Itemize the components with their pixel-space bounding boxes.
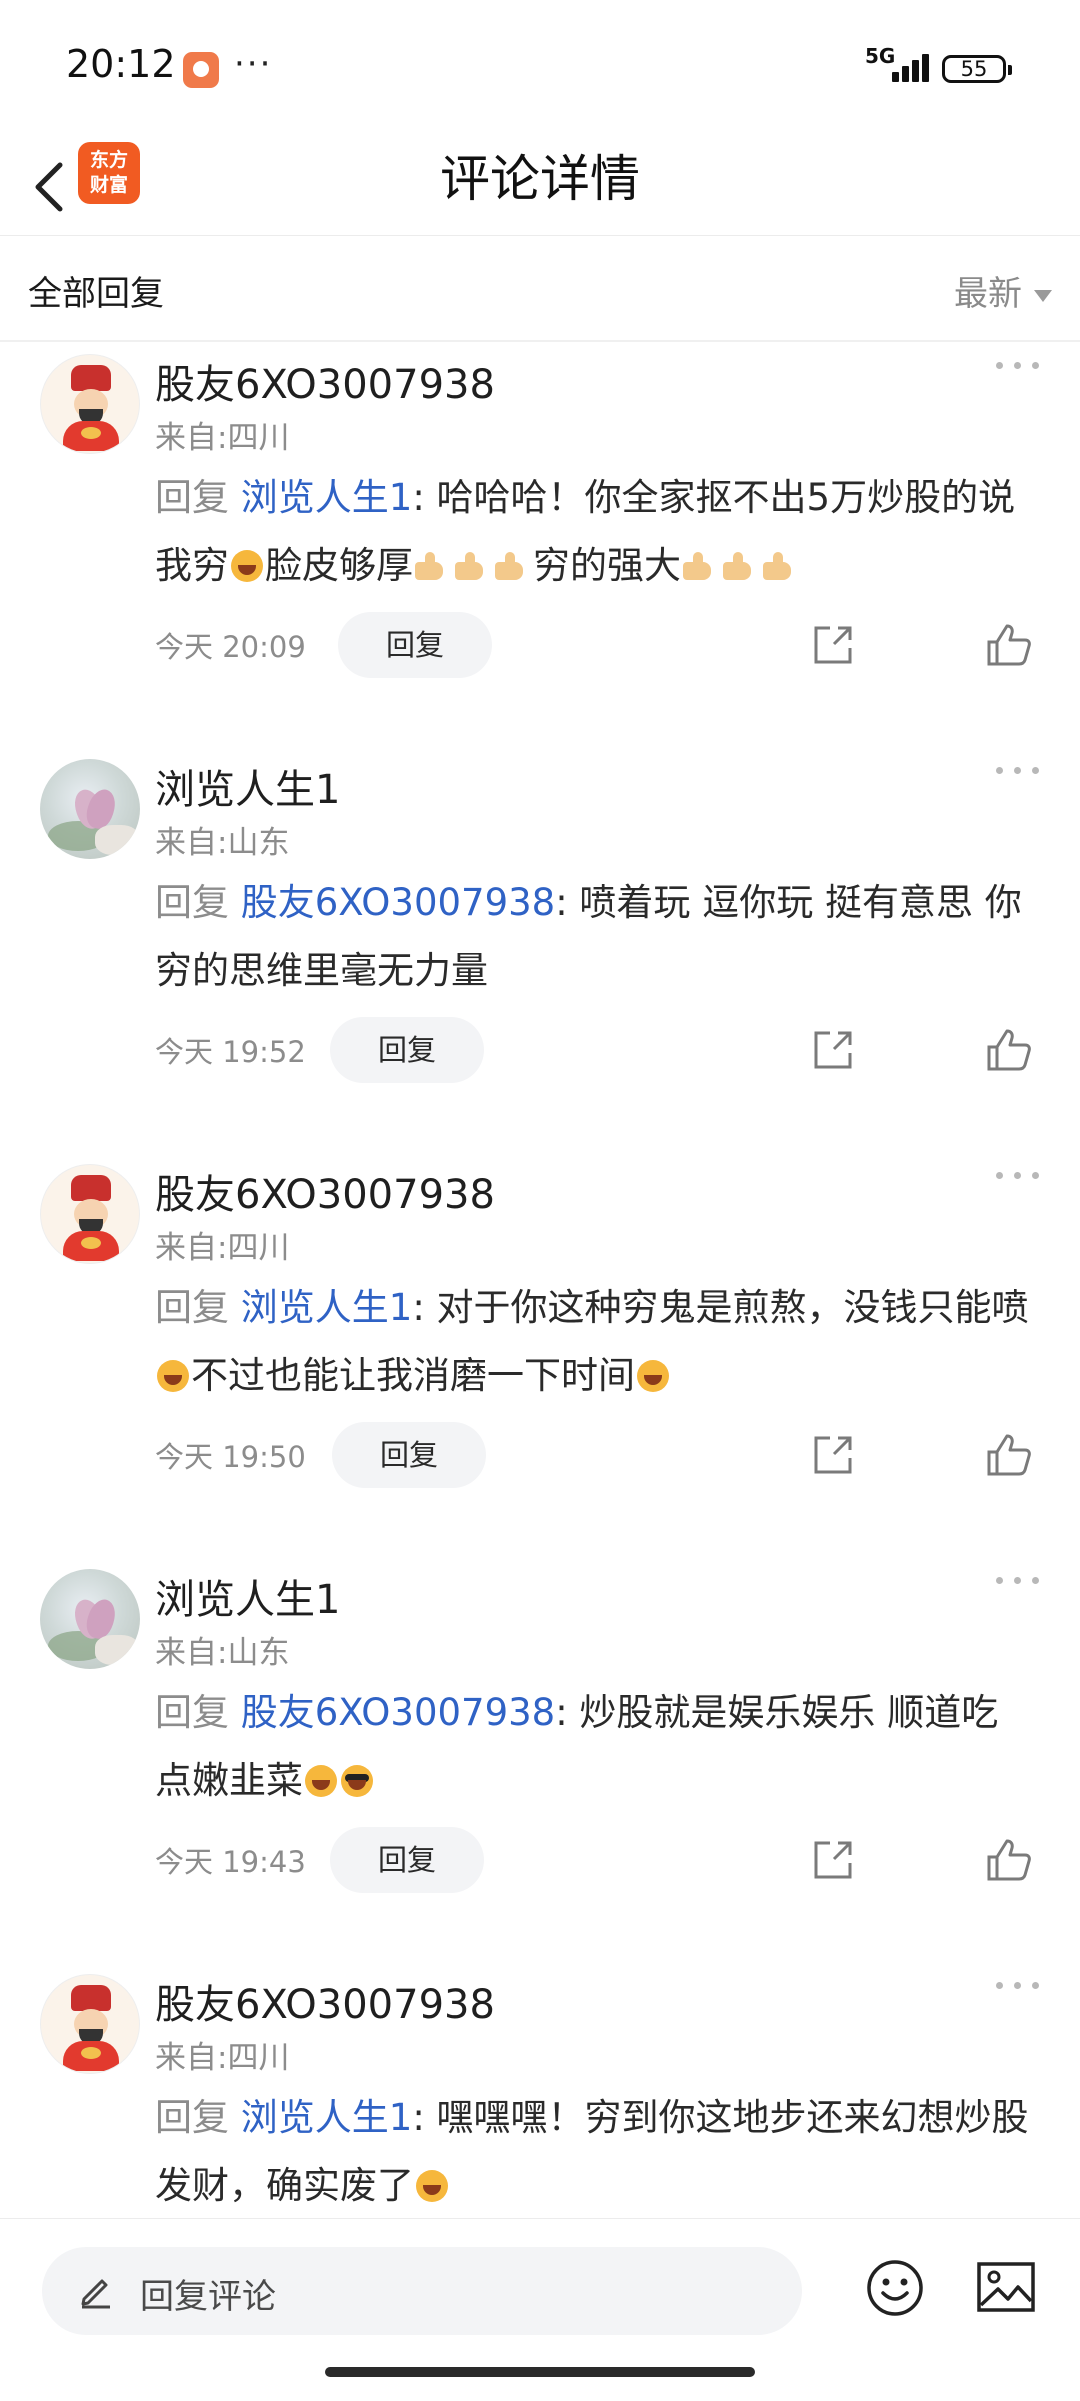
page-title: 评论详情: [440, 150, 640, 208]
avatar[interactable]: [40, 1164, 140, 1264]
reply-button[interactable]: 回复: [330, 1827, 484, 1893]
emoji-icon[interactable]: [866, 2259, 924, 2317]
app-notification-icon: [183, 52, 219, 88]
comment-text-part: 不过也能让我消磨一下时间: [191, 1354, 635, 1397]
avatar[interactable]: [40, 1569, 140, 1669]
bottom-bar: 回复评论: [0, 2218, 1080, 2401]
username[interactable]: 浏览人生1: [155, 1567, 340, 1625]
comment-time: 今天 20:09: [155, 630, 306, 664]
comment-text: 回复 浏览人生1: 嘿嘿嘿！穷到你这地步还来幻想炒股发财，确实废了: [155, 2084, 1035, 2220]
like-icon[interactable]: [985, 622, 1033, 668]
comment-item: 浏览人生1 来自:山东 回复 股友6XO3007938: 炒股就是娱乐娱乐 顺道…: [0, 1555, 1080, 1959]
comment-item: 浏览人生1 来自:山东 回复 股友6XO3007938: 喷着玩 逗你玩 挺有意…: [0, 745, 1080, 1149]
more-dots-icon[interactable]: [996, 761, 1040, 781]
reply-target-link[interactable]: 股友6XO3007938: [241, 1691, 555, 1734]
reply-prefix: 回复: [155, 476, 229, 519]
avatar[interactable]: [40, 759, 140, 859]
signal-icon: [878, 52, 929, 82]
reply-prefix: 回复: [155, 1691, 229, 1734]
thumbs-up-emoji-icon: [495, 552, 531, 580]
comment-text: 回复 股友6XO3007938: 炒股就是娱乐娱乐 顺道吃点嫩韭菜: [155, 1679, 1035, 1815]
reply-comment-input[interactable]: 回复评论: [42, 2247, 802, 2335]
laughing-emoji-icon: [305, 1765, 337, 1797]
home-indicator[interactable]: [325, 2367, 755, 2377]
reply-target-link[interactable]: 浏览人生1: [241, 1286, 413, 1329]
reply-input-placeholder: 回复评论: [140, 2277, 276, 2317]
comment-time: 今天 19:43: [155, 1845, 306, 1879]
status-time: 20:12: [66, 42, 176, 86]
avatar[interactable]: [40, 354, 140, 454]
thumbs-up-emoji-icon: [415, 552, 451, 580]
region-label: 来自:山东: [155, 825, 290, 861]
username[interactable]: 股友6XO3007938: [155, 1972, 495, 2030]
reply-target-link[interactable]: 股友6XO3007938: [241, 881, 555, 924]
status-more-icon: ···: [234, 44, 273, 84]
more-dots-icon[interactable]: [996, 1976, 1040, 1996]
comment-text: 回复 股友6XO3007938: 喷着玩 逗你玩 挺有意思 你穷的思维里毫无力量: [155, 869, 1035, 1005]
share-icon[interactable]: [810, 622, 856, 668]
region-label: 来自:山东: [155, 1635, 290, 1671]
comment-text-part: 脸皮够厚: [265, 544, 413, 587]
all-replies-label: 全部回复: [28, 274, 164, 314]
comment-item: 股友6XO3007938 来自:四川 回复 浏览人生1: 哈哈哈！你全家抠不出5…: [0, 340, 1080, 744]
thumbs-up-emoji-icon: [683, 552, 719, 580]
comment-time: 今天 19:50: [155, 1440, 306, 1474]
battery-icon: 55: [942, 55, 1012, 83]
region-label: 来自:四川: [155, 420, 290, 456]
comment-text-part: : 对于你这种穷鬼是煎熬，没钱只能喷: [412, 1286, 1029, 1329]
thumbs-up-emoji-icon: [723, 552, 759, 580]
reply-button[interactable]: 回复: [338, 612, 492, 678]
region-label: 来自:四川: [155, 1230, 290, 1266]
avatar[interactable]: [40, 1974, 140, 2074]
caret-down-icon: [1034, 289, 1052, 302]
pencil-icon: [81, 2279, 110, 2309]
comment-text: 回复 浏览人生1: 对于你这种穷鬼是煎熬，没钱只能喷不过也能让我消磨一下时间: [155, 1274, 1035, 1410]
share-icon[interactable]: [810, 1027, 856, 1073]
share-icon[interactable]: [810, 1837, 856, 1883]
status-bar: 20:12 ··· 5G 55: [0, 0, 1080, 135]
thumbs-up-emoji-icon: [763, 552, 799, 580]
laughing-emoji-icon: [416, 2170, 448, 2202]
image-icon[interactable]: [976, 2261, 1036, 2313]
comment-text: 回复 浏览人生1: 哈哈哈！你全家抠不出5万炒股的说我穷 脸皮够厚 穷的强大: [155, 464, 1035, 600]
region-label: 来自:四川: [155, 2040, 290, 2076]
laughing-emoji-icon: [637, 1360, 669, 1392]
more-dots-icon[interactable]: [996, 356, 1040, 376]
sort-dropdown[interactable]: 最新: [954, 266, 1052, 315]
share-icon[interactable]: [810, 1432, 856, 1478]
username[interactable]: 股友6XO3007938: [155, 352, 495, 410]
nav-bar: 东方 财富 评论详情: [0, 135, 1080, 236]
more-dots-icon[interactable]: [996, 1166, 1040, 1186]
sunglasses-emoji-icon: [341, 1765, 373, 1797]
comment-item: 股友6XO3007938 来自:四川 回复 浏览人生1: 嘿嘿嘿！穷到你这地步还…: [0, 1960, 1080, 2220]
more-dots-icon[interactable]: [996, 1571, 1040, 1591]
comment-item: 股友6XO3007938 来自:四川 回复 浏览人生1: 对于你这种穷鬼是煎熬，…: [0, 1150, 1080, 1554]
comment-time: 今天 19:52: [155, 1035, 306, 1069]
reply-button[interactable]: 回复: [330, 1017, 484, 1083]
like-icon[interactable]: [985, 1027, 1033, 1073]
laughing-emoji-icon: [157, 1360, 189, 1392]
reply-button[interactable]: 回复: [332, 1422, 486, 1488]
filter-bar: 全部回复 最新: [0, 236, 1080, 342]
sort-label: 最新: [954, 274, 1022, 314]
reply-target-link[interactable]: 浏览人生1: [241, 2096, 413, 2139]
username[interactable]: 股友6XO3007938: [155, 1162, 495, 1220]
like-icon[interactable]: [985, 1432, 1033, 1478]
reply-prefix: 回复: [155, 881, 229, 924]
thumbs-up-emoji-icon: [455, 552, 491, 580]
reply-prefix: 回复: [155, 1286, 229, 1329]
comment-text-part: 穷的强大: [533, 544, 681, 587]
reply-target-link[interactable]: 浏览人生1: [241, 476, 413, 519]
username[interactable]: 浏览人生1: [155, 757, 340, 815]
like-icon[interactable]: [985, 1837, 1033, 1883]
reply-prefix: 回复: [155, 2096, 229, 2139]
laughing-emoji-icon: [231, 550, 263, 582]
